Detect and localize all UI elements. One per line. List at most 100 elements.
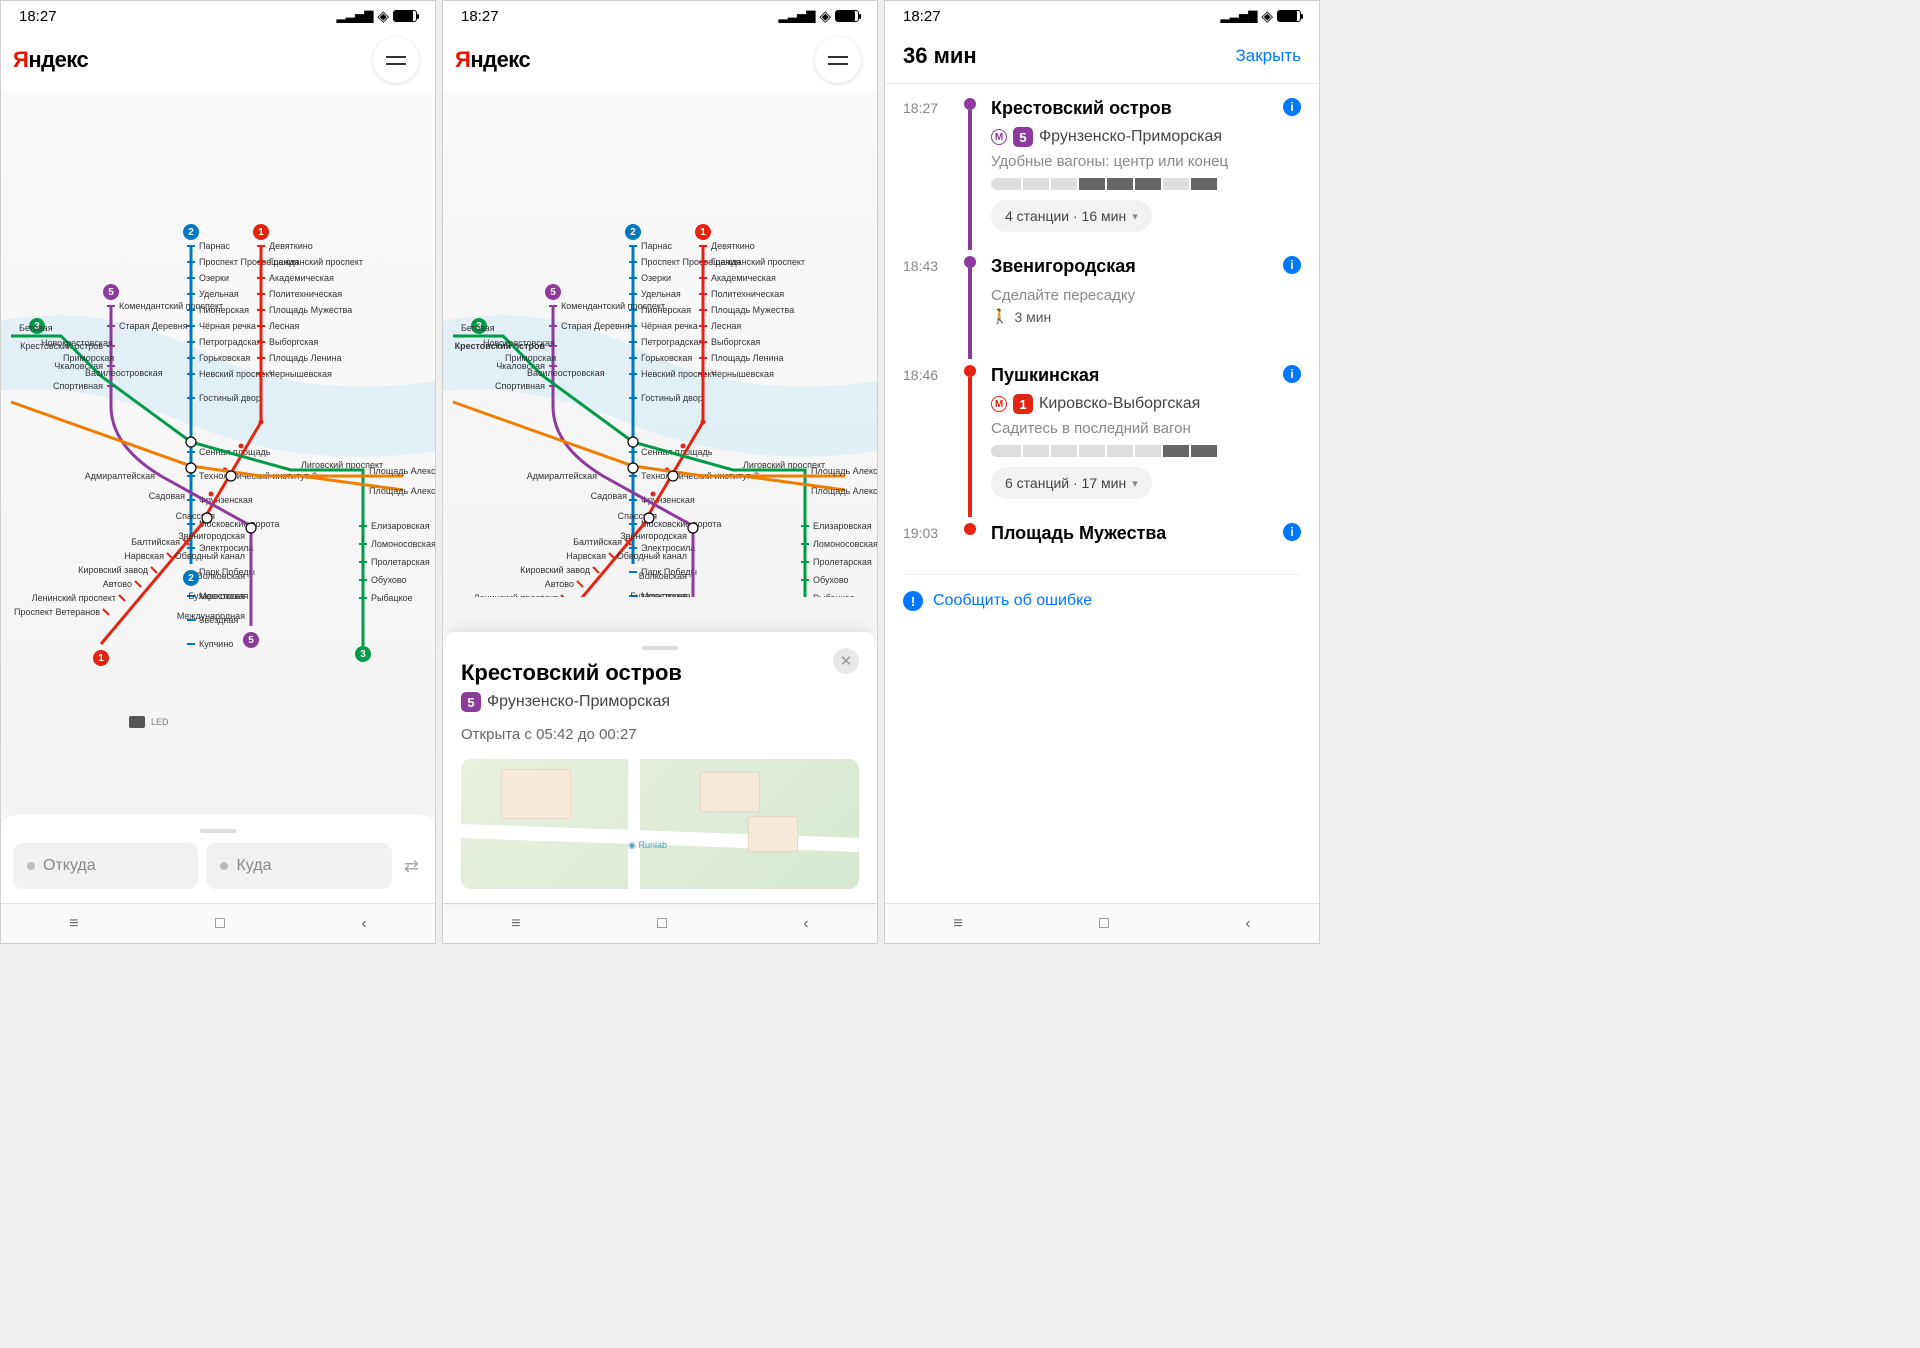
report-error-link[interactable]: !Сообщить об ошибке: [903, 574, 1301, 627]
battery-icon: [393, 10, 417, 22]
svg-text:Лесная: Лесная: [711, 321, 741, 331]
wifi-icon: ◈: [377, 7, 389, 25]
svg-text:Новокрестовская: Новокрестовская: [483, 338, 555, 348]
step-time: 18:43: [903, 256, 949, 359]
svg-text:Чернышевская: Чернышевская: [711, 369, 774, 379]
svg-text:Купчино: Купчино: [199, 639, 233, 649]
route-step: 18:27 Крестовский остров i М 5 Фрунзенск…: [903, 98, 1301, 250]
status-bar: 18:27 ▂▃▅▇ ◈: [885, 1, 1319, 29]
train-cars: [991, 178, 1301, 190]
svg-text:Проспект Ветеранов: Проспект Ветеранов: [14, 607, 100, 617]
menu-button[interactable]: [815, 37, 861, 83]
info-icon[interactable]: i: [1283, 523, 1301, 541]
yandex-logo[interactable]: Яндекс: [13, 47, 88, 73]
svg-text:Балтийская: Балтийская: [131, 537, 180, 547]
svg-text:Гражданский проспект: Гражданский проспект: [269, 257, 363, 267]
svg-text:Пролетарская: Пролетарская: [813, 557, 872, 567]
walk-time: 🚶 3 мин: [991, 308, 1301, 325]
svg-text:Приморская: Приморская: [63, 353, 114, 363]
svg-text:2: 2: [188, 227, 194, 238]
line-badge: 1: [1013, 394, 1033, 414]
battery-icon: [1277, 10, 1301, 22]
svg-text:Озерки: Озерки: [641, 273, 671, 283]
svg-text:Гражданский проспект: Гражданский проспект: [711, 257, 805, 267]
svg-text:Политехническая: Политехническая: [269, 289, 342, 299]
svg-text:Елизаровская: Елизаровская: [371, 521, 430, 531]
svg-text:Горьковская: Горьковская: [199, 353, 250, 363]
svg-text:Горьковская: Горьковская: [641, 353, 692, 363]
svg-text:Площадь Александра: Площадь Александра: [369, 466, 435, 476]
route-input-sheet: Откуда Куда ⇄: [1, 815, 435, 903]
svg-text:Лесная: Лесная: [269, 321, 299, 331]
svg-text:Академическая: Академическая: [711, 273, 776, 283]
android-nav-bar: ≡ □ ‹: [885, 903, 1319, 943]
step-time: 19:03: [903, 523, 949, 566]
svg-text:Ломоносовская: Ломоносовская: [371, 539, 435, 549]
svg-text:Выборгская: Выборгская: [711, 337, 760, 347]
svg-text:Бухарестская: Бухарестская: [188, 591, 245, 601]
svg-text:Обухово: Обухово: [813, 575, 849, 585]
station-detail-sheet: ✕ Крестовский остров 5 Фрунзенско-Примор…: [443, 632, 877, 903]
signal-icon: ▂▃▅▇: [337, 9, 374, 23]
nav-home-icon[interactable]: □: [657, 915, 667, 933]
metro-map[interactable]: ПарнасПроспект ПросвещенияОзеркиУдельная…: [443, 91, 877, 632]
svg-text:Приморская: Приморская: [505, 353, 556, 363]
status-bar: 18:27 ▂▃▅▇ ◈: [443, 1, 877, 29]
signal-icon: ▂▃▅▇: [779, 9, 816, 23]
svg-text:Беговая: Беговая: [461, 323, 495, 333]
svg-text:5: 5: [550, 287, 556, 298]
svg-text:Старая Деревня: Старая Деревня: [119, 321, 188, 331]
to-input[interactable]: Куда: [206, 843, 391, 889]
status-time: 18:27: [461, 8, 499, 25]
info-icon[interactable]: i: [1283, 256, 1301, 274]
step-time: 18:46: [903, 365, 949, 517]
step-line: М 5 Фрунзенско-Приморская: [991, 127, 1222, 147]
svg-text:Международная: Международная: [177, 611, 245, 621]
svg-text:Василеостровская: Василеостровская: [527, 368, 605, 378]
route-step: 19:03 Площадь Мужества i: [903, 523, 1301, 566]
menu-button[interactable]: [373, 37, 419, 83]
swap-icon[interactable]: ⇄: [400, 856, 423, 877]
wifi-icon: ◈: [819, 7, 831, 25]
nav-recent-icon[interactable]: ≡: [69, 915, 78, 933]
svg-text:Чёрная речка: Чёрная речка: [199, 321, 256, 331]
close-button[interactable]: ✕: [833, 648, 859, 674]
close-link[interactable]: Закрыть: [1236, 46, 1301, 66]
nav-back-icon[interactable]: ‹: [803, 915, 808, 933]
svg-text:Беговая: Беговая: [19, 323, 53, 333]
svg-text:Балтийская: Балтийская: [573, 537, 622, 547]
from-input[interactable]: Откуда: [13, 843, 198, 889]
stations-chip[interactable]: 6 станций · 17 мин ▾: [991, 467, 1152, 499]
svg-text:Новокрестовская: Новокрестовская: [41, 338, 113, 348]
stations-chip[interactable]: 4 станции · 16 мин ▾: [991, 200, 1152, 232]
nav-home-icon[interactable]: □: [215, 915, 225, 933]
svg-text:Площадь Мужества: Площадь Мужества: [711, 305, 794, 315]
step-node-icon: [964, 523, 976, 535]
step-station: Пушкинская: [991, 365, 1099, 386]
route-duration: 36 мин: [903, 43, 977, 69]
nav-back-icon[interactable]: ‹: [1245, 915, 1250, 933]
svg-text:Звенигородская: Звенигородская: [178, 531, 245, 541]
sheet-handle[interactable]: [642, 646, 678, 650]
metro-map[interactable]: ПарнасПроспект ПросвещенияОзеркиУдельная…: [1, 91, 435, 815]
screen-3-route: 18:27 ▂▃▅▇ ◈ 36 мин Закрыть 18:27 Кресто…: [884, 0, 1320, 944]
nav-recent-icon[interactable]: ≡: [953, 915, 962, 933]
step-tip: Удобные вагоны: центр или конец: [991, 153, 1301, 170]
nav-back-icon[interactable]: ‹: [361, 915, 366, 933]
svg-text:Площадь Александра: Площадь Александра: [369, 486, 435, 496]
nav-recent-icon[interactable]: ≡: [511, 915, 520, 933]
svg-text:5: 5: [108, 287, 114, 298]
nav-home-icon[interactable]: □: [1099, 915, 1109, 933]
status-time: 18:27: [903, 8, 941, 25]
svg-text:1: 1: [700, 227, 706, 238]
info-icon[interactable]: i: [1283, 365, 1301, 383]
step-time: 18:27: [903, 98, 949, 250]
yandex-logo[interactable]: Яндекс: [455, 47, 530, 73]
chevron-down-icon: ▾: [1132, 210, 1138, 223]
svg-text:Чёрная речка: Чёрная речка: [641, 321, 698, 331]
station-mini-map[interactable]: ◉ Runlab: [461, 759, 859, 889]
line-badge: 5: [1013, 127, 1033, 147]
sheet-handle[interactable]: [200, 829, 236, 833]
walk-icon: 🚶: [991, 308, 1008, 325]
info-icon[interactable]: i: [1283, 98, 1301, 116]
